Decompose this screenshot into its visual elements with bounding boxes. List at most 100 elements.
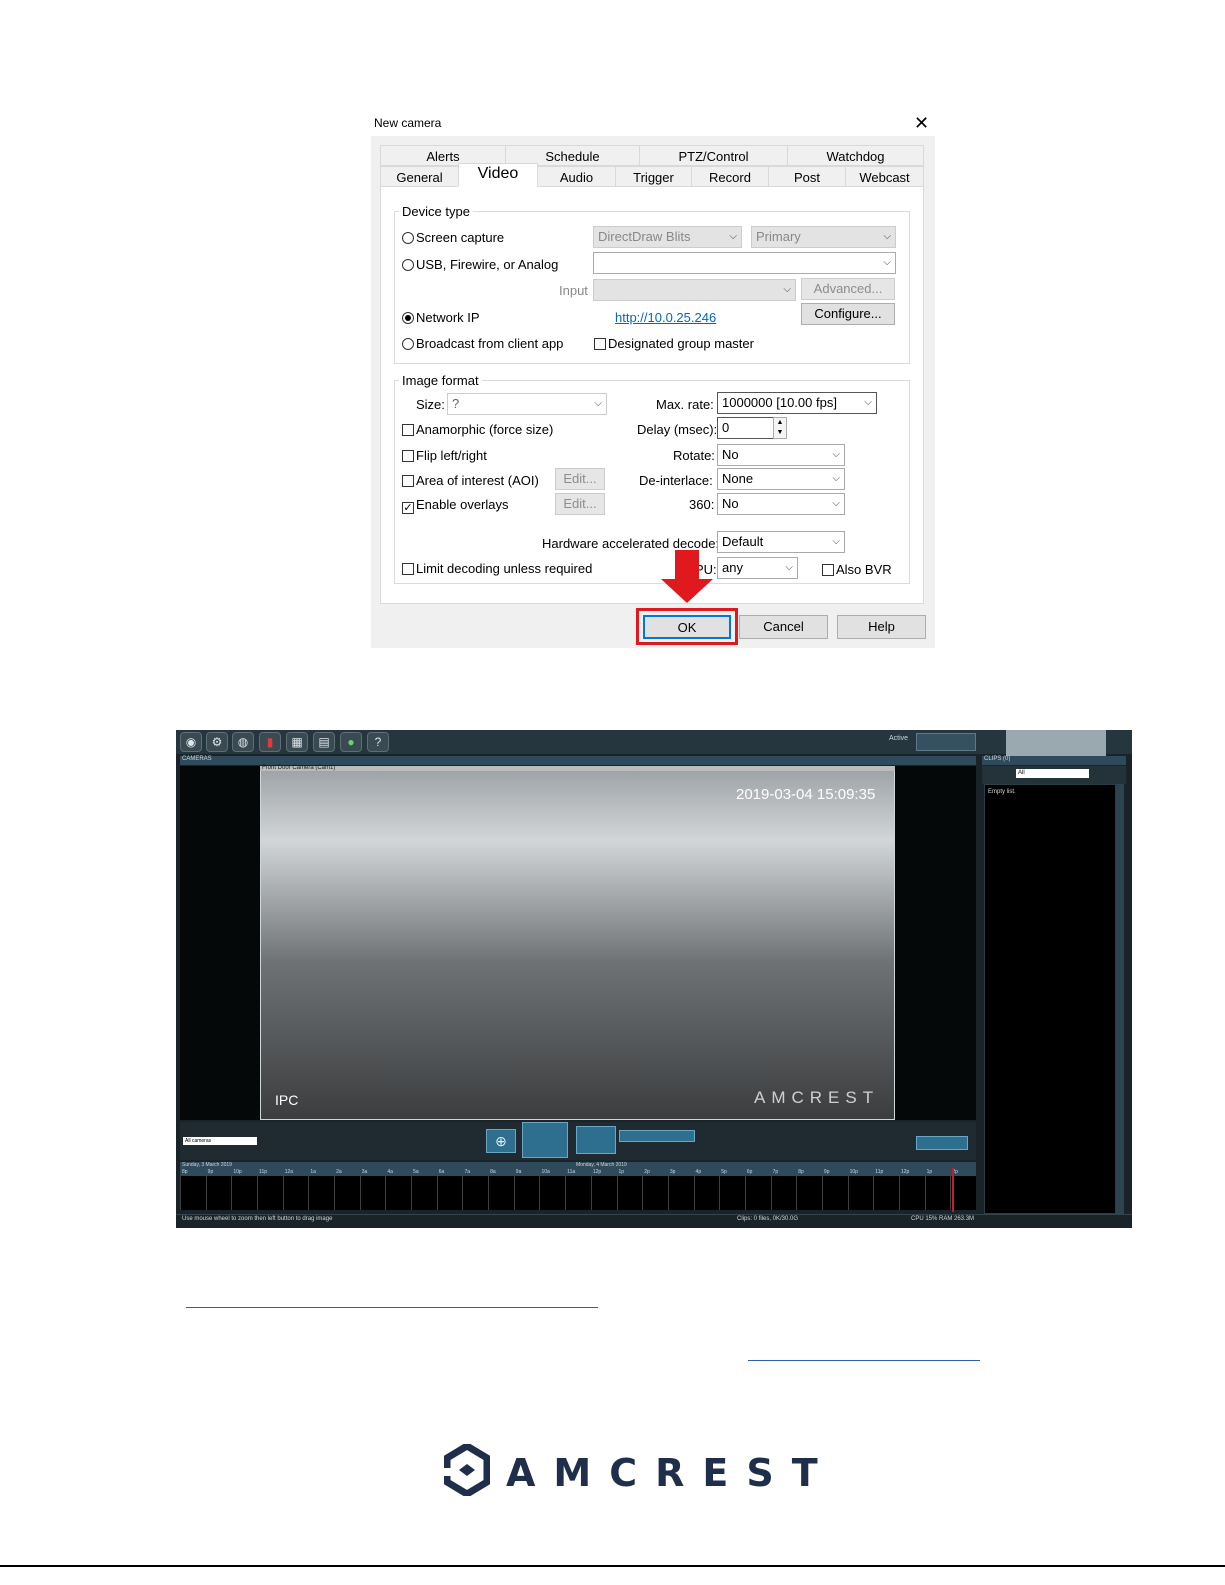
chevron-down-icon: ⌵ [864,397,872,408]
tab-video[interactable]: Video [458,163,538,187]
tab-post[interactable]: Post [768,166,846,187]
timeline-hour-gridline [873,1176,875,1210]
blue-iris-logo [1006,730,1106,756]
screen-capture-radio[interactable] [402,231,414,249]
delay-input[interactable]: 0 [717,417,774,439]
zoom-controls[interactable] [576,1126,616,1154]
timeline-hour-gridline [924,1176,926,1210]
tab-watchdog[interactable]: Watchdog [787,145,924,166]
timeline-hour-label: 12p [900,1169,910,1175]
broadcast-radio[interactable] [402,337,414,355]
help-button[interactable]: Help [837,615,926,639]
gpu-select[interactable]: any ⌵ [717,557,798,579]
cancel-button[interactable]: Cancel [739,615,828,639]
ptz-center-button[interactable]: ⊕ [486,1129,516,1153]
max-rate-label: Max. rate: [656,397,714,412]
gear-icon[interactable]: ⚙ [206,732,228,752]
timeline-hour-label: 6a [438,1169,445,1175]
network-ip-label: Network IP [416,310,480,325]
chevron-down-icon: ⌵ [832,536,840,547]
timeline-day2: Monday, 4 March 2019 [576,1162,627,1168]
amcrest-logo-icon [443,1441,491,1499]
preset-buttons[interactable] [619,1130,695,1142]
layout-grid-selector[interactable] [916,733,976,751]
image-icon[interactable]: ▦ [286,732,308,752]
camera-group-select[interactable]: All cameras [183,1137,257,1145]
status-icon[interactable]: ◉ [180,732,202,752]
overlays-checkbox[interactable]: ✓ [402,498,414,516]
close-icon[interactable]: ✕ [914,113,929,133]
clips-scrollbar[interactable] [1116,784,1124,1214]
aoi-checkbox[interactable] [402,474,414,492]
hw-decode-label: Hardware accelerated decode: [542,536,720,551]
link-underline-2[interactable] [748,1360,980,1361]
tab-webcast[interactable]: Webcast [845,166,924,187]
tab-general[interactable]: General [380,166,459,187]
clips-empty-text: Empty list. [988,789,1016,795]
amcrest-wordmark: AMCREST [506,1451,836,1495]
timeline-hour-gridline [257,1176,259,1210]
360-label: 360: [689,497,715,512]
deinterlace-select[interactable]: None ⌵ [717,468,845,490]
timeline-hour-gridline [180,1176,181,1210]
clips-filter-select[interactable]: All [1016,769,1089,778]
tab-record[interactable]: Record [691,166,769,187]
audio-controls[interactable] [916,1136,968,1150]
rotate-value: No [722,447,739,462]
tab-ptz-control[interactable]: PTZ/Control [639,145,788,166]
chart-icon[interactable]: ▮ [259,732,281,752]
clips-list[interactable] [984,784,1116,1214]
link-underline-1[interactable] [186,1307,598,1308]
max-rate-select[interactable]: 1000000 [10.00 fps] ⌵ [717,392,877,414]
timeline-hour-label: 11p [259,1169,268,1175]
timeline-hour-label: 5a [413,1169,419,1175]
camera-timestamp: 2019-03-04 15:09:35 [736,786,876,803]
overlays-edit-button: Edit... [555,493,605,515]
designated-checkbox[interactable] [594,337,606,355]
timeline-hour-label: 9p [207,1169,214,1175]
360-select[interactable]: No ⌵ [717,493,845,515]
timeline-hour-gridline [436,1176,438,1210]
delay-spinner[interactable]: ▲ ▼ [773,417,787,439]
timeline-hour-label: 9a [515,1169,522,1175]
web-icon[interactable]: ◍ [232,732,254,752]
tab-audio[interactable]: Audio [537,166,616,187]
ok-button[interactable]: OK [643,615,731,639]
configure-button[interactable]: Configure... [801,303,895,325]
anamorphic-checkbox[interactable] [402,423,414,441]
timeline-hour-gridline [513,1176,515,1210]
ptz-arrow-pad[interactable] [522,1122,568,1158]
help-icon[interactable]: ? [367,732,389,752]
camera-watermark: AMCREST [754,1088,880,1107]
chevron-down-icon: ⌵ [883,231,891,242]
rotate-select[interactable]: No ⌵ [717,444,845,466]
usb-radio[interactable] [402,258,414,276]
page-bottom-rule [0,1565,1225,1567]
broadcast-label: Broadcast from client app [416,336,564,351]
timeline-hour-gridline [821,1176,823,1210]
also-bvr-checkbox[interactable] [822,563,834,581]
timeline-grid[interactable] [180,1176,976,1210]
timeline-cursor[interactable] [952,1168,954,1212]
flip-checkbox[interactable] [402,449,414,467]
deinterlace-label: De-interlace: [639,473,713,488]
limit-decoding-checkbox[interactable] [402,562,414,580]
timeline-hour-label: 1p [618,1169,625,1175]
aoi-label: Area of interest (AOI) [416,473,539,488]
film-icon[interactable]: ▤ [313,732,335,752]
camera-url-link[interactable]: http://10.0.25.246 [615,310,716,325]
timeline-hour-gridline [359,1176,361,1210]
chevron-down-icon: ⌵ [883,257,891,268]
timeline-hour-label: 1a [310,1169,316,1175]
tab-trigger[interactable]: Trigger [615,166,692,187]
screen-capture-mode-select: DirectDraw Blits ⌵ [593,226,742,248]
screen-display-value: Primary [756,229,801,244]
timeline-hour-gridline [719,1176,721,1210]
hw-decode-select[interactable]: Default ⌵ [717,531,845,553]
network-ip-radio[interactable] [402,311,414,329]
timeline-hour-gridline [667,1176,669,1210]
camera-feed[interactable] [260,770,895,1120]
traffic-light-icon[interactable]: ● [340,732,362,752]
size-select[interactable]: ? ⌵ [447,393,607,415]
usb-device-select[interactable]: ⌵ [593,252,896,274]
